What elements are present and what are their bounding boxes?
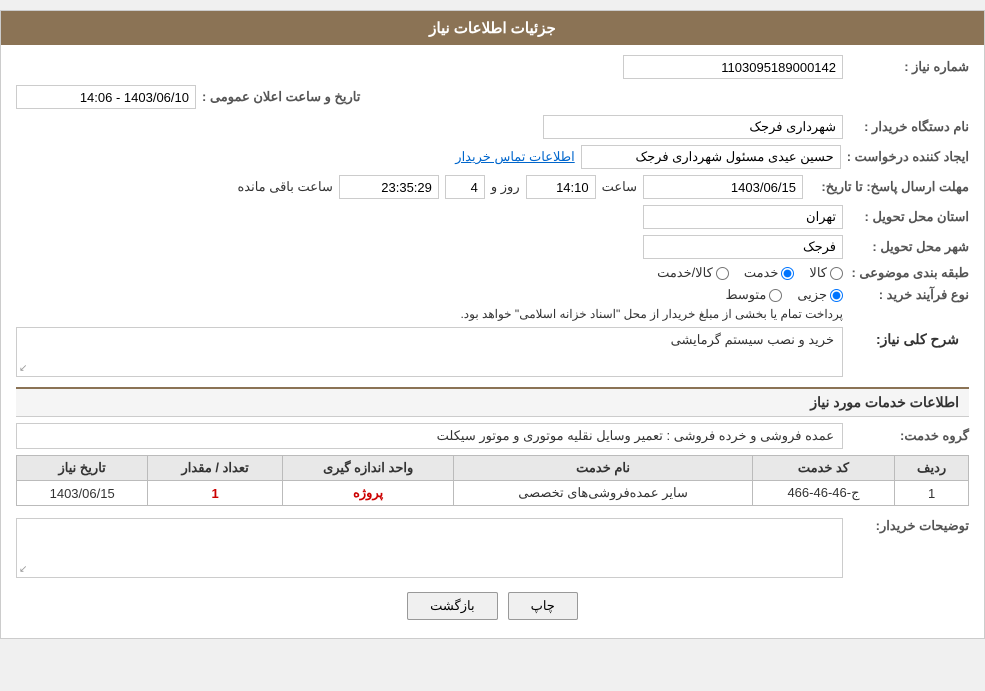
ostan-input[interactable] xyxy=(643,205,843,229)
sharh-text: خرید و نصب سیستم گرمایشی xyxy=(671,332,834,347)
farvanad-label: نوع فرآیند خرید : xyxy=(849,287,969,303)
cell-tedad: 1 xyxy=(148,481,283,506)
cell-tarikh: 1403/06/15 xyxy=(17,481,148,506)
tabeeh-kala-khedmat[interactable]: کالا/خدمت xyxy=(657,265,729,281)
resize-icon: ↙ xyxy=(19,363,27,374)
cell-kod: ج-46-46-466 xyxy=(752,481,894,506)
shahr-label: شهر محل تحویل : xyxy=(849,239,969,255)
sharh-label: شرح کلی نیاز: xyxy=(849,327,969,353)
col-radif: ردیف xyxy=(895,456,969,481)
toz-label: توضیحات خریدار: xyxy=(849,514,969,534)
mohlat-ersal-label: مهلت ارسال پاسخ: تا تاریخ: xyxy=(809,179,969,195)
mohlat-rooz-input[interactable] xyxy=(445,175,485,199)
sharh-box: خرید و نصب سیستم گرمایشی ↙ xyxy=(16,327,843,377)
ettelaat-tamas-link[interactable]: اطلاعات تماس خریدار xyxy=(455,149,574,165)
tabeeh-label: طبقه بندی موضوعی : xyxy=(849,265,969,281)
tarikh-saat-label: تاریخ و ساعت اعلان عمومی : xyxy=(202,89,360,105)
goroh-service-box: عمده فروشی و خرده فروشی : تعمیر وسایل نق… xyxy=(16,423,843,449)
col-nam: نام خدمت xyxy=(454,456,752,481)
col-tedad: تعداد / مقدار xyxy=(148,456,283,481)
table-row: 1 ج-46-46-466 سایر عمده‌فروشی‌های تخصصی … xyxy=(17,481,969,506)
col-vahed: واحد اندازه گیری xyxy=(282,456,453,481)
ijad-konande-input[interactable] xyxy=(581,145,841,169)
bazgasht-button[interactable]: بازگشت xyxy=(407,592,497,620)
ijad-konande-label: ایجاد کننده درخواست : xyxy=(847,149,969,165)
col-kod: کد خدمت xyxy=(752,456,894,481)
tabeeh-khedmat[interactable]: خدمت xyxy=(744,265,795,281)
cell-vahed: پروژه xyxy=(282,481,453,506)
page-header: جزئیات اطلاعات نیاز xyxy=(1,11,984,45)
mohlat-saat-input[interactable] xyxy=(526,175,596,199)
nam-dastgah-label: نام دستگاه خریدار : xyxy=(849,119,969,135)
farvanad-radio-group: جزیی متوسط xyxy=(460,287,843,303)
button-row: چاپ بازگشت xyxy=(16,592,969,620)
shmare-niaz-input[interactable] xyxy=(623,55,843,79)
tarikh-saat-input[interactable] xyxy=(16,85,196,109)
cell-nam: سایر عمده‌فروشی‌های تخصصی xyxy=(454,481,752,506)
tabeeh-kala[interactable]: کالا xyxy=(809,265,843,281)
shmare-niaz-label: شماره نیاز : xyxy=(849,59,969,75)
resize-icon-toz: ↙ xyxy=(19,564,27,575)
mohlat-date-input[interactable] xyxy=(643,175,803,199)
saat-mande-label: ساعت باقی مانده xyxy=(237,179,332,195)
col-tarikh: تاریخ نیاز xyxy=(17,456,148,481)
tabeeh-radio-group: کالا خدمت کالا/خدمت xyxy=(657,265,843,281)
mohlat-mande-input[interactable] xyxy=(339,175,439,199)
ostan-label: استان محل تحویل : xyxy=(849,209,969,225)
shahr-input[interactable] xyxy=(643,235,843,259)
goroh-value: عمده فروشی و خرده فروشی : تعمیر وسایل نق… xyxy=(437,428,834,443)
farvanad-jozi[interactable]: جزیی xyxy=(797,287,843,303)
cell-radif: 1 xyxy=(895,481,969,506)
saat-label: ساعت xyxy=(602,179,637,195)
khadamat-section-title: اطلاعات خدمات مورد نیاز xyxy=(16,387,969,417)
services-table: ردیف کد خدمت نام خدمت واحد اندازه گیری ت… xyxy=(16,455,969,506)
nam-dastgah-input[interactable] xyxy=(543,115,843,139)
goroh-label: گروه خدمت: xyxy=(849,428,969,444)
toz-box: ↙ xyxy=(16,518,843,578)
rooz-label: روز و xyxy=(491,179,520,195)
chap-button[interactable]: چاپ xyxy=(508,592,578,620)
farvanad-note: پرداخت تمام یا بخشی از مبلغ خریدار از مح… xyxy=(460,307,843,321)
farvanad-motavaset[interactable]: متوسط xyxy=(725,287,782,303)
